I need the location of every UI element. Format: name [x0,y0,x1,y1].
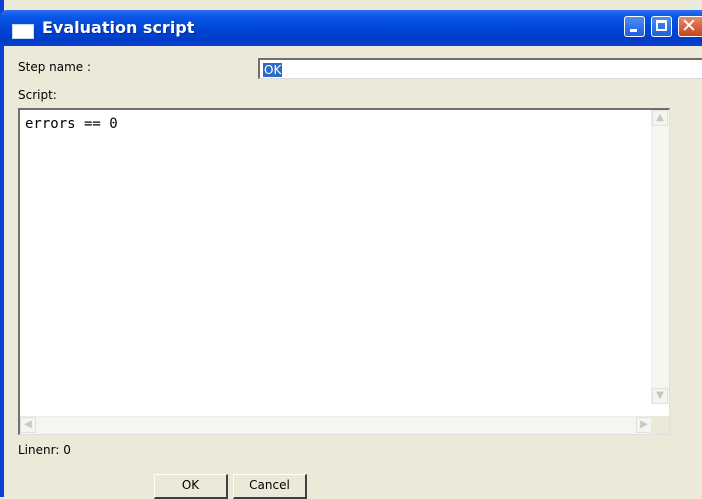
script-text[interactable]: errors == 0 [25,116,118,132]
scrollbar-corner [651,416,669,434]
script-editor[interactable]: errors == 0 ▲ ▼ ◀ ▶ [18,108,670,435]
close-button[interactable]: ✕ [678,15,702,37]
scroll-right-icon: ▶ [640,419,648,430]
step-name-input[interactable]: OK [258,58,702,79]
cancel-button[interactable]: Cancel [233,474,307,499]
scroll-up-icon: ▲ [656,112,664,123]
window-left-border [0,0,4,497]
step-name-value: OK [263,63,283,77]
horizontal-scrollbar[interactable]: ◀ ▶ [20,416,652,434]
title-bar[interactable]: Evaluation script ✕ [0,10,702,46]
scroll-left-button[interactable]: ◀ [20,417,36,433]
maximize-icon [656,20,667,31]
scroll-down-icon: ▼ [656,390,664,401]
window-title: Evaluation script [42,18,195,37]
scroll-up-button[interactable]: ▲ [652,110,668,126]
scroll-right-button[interactable]: ▶ [636,417,652,433]
ok-button[interactable]: OK [154,474,228,499]
window-icon [12,24,34,39]
step-name-label: Step name : [18,60,92,74]
vertical-scrollbar[interactable]: ▲ ▼ [651,110,669,404]
minimize-button[interactable] [624,16,645,37]
maximize-button[interactable] [651,16,672,37]
scroll-down-button[interactable]: ▼ [652,388,668,404]
minimize-icon [630,29,637,32]
evaluation-script-window: Evaluation script ✕ Step name : OK Scrip… [0,0,702,499]
scroll-left-icon: ◀ [24,419,32,430]
line-number-status: Linenr: 0 [18,443,71,457]
close-icon: ✕ [681,15,697,37]
script-label: Script: [18,88,57,102]
